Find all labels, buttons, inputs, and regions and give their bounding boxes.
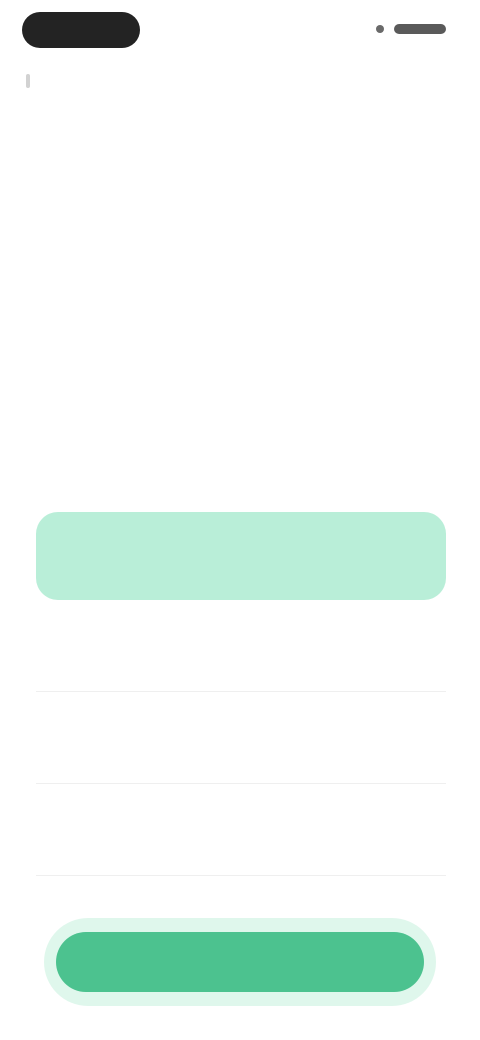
top-bar	[0, 0, 480, 64]
brand-logo-icon[interactable]	[22, 12, 140, 48]
account-icon[interactable]	[376, 24, 446, 34]
answer-option-2[interactable]	[36, 604, 446, 692]
answer-option-1[interactable]	[36, 512, 446, 600]
answer-options	[36, 512, 446, 880]
account-bar	[394, 24, 446, 34]
answer-option-3[interactable]	[36, 696, 446, 784]
continue-button[interactable]	[56, 932, 424, 992]
back-icon[interactable]	[26, 74, 30, 88]
answer-option-4[interactable]	[36, 788, 446, 876]
status-dot	[376, 25, 384, 33]
